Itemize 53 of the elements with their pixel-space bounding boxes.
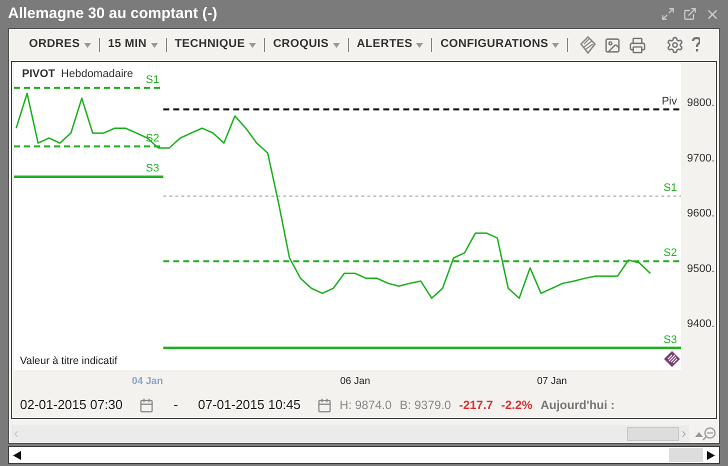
caret-icon [150, 42, 158, 48]
price-tick-label: 9700. [687, 152, 714, 164]
date-tick-label: 07 Jan [536, 376, 567, 387]
change-value: -217.7 [459, 397, 494, 414]
today-label: Aujourd'hui : [540, 397, 615, 414]
price-tick-label: 9500. [687, 262, 714, 275]
caret-icon [249, 42, 256, 48]
toolbar-menu[interactable]: ORDRES [21, 36, 99, 54]
pivot-label: Piv [662, 95, 677, 108]
scroll-left-icon[interactable] [13, 450, 21, 460]
help-icon[interactable] [692, 37, 700, 53]
date-separator: - [174, 396, 178, 414]
scroll-thumb[interactable] [627, 427, 679, 441]
toolbar-menu[interactable]: CROQUIS [265, 36, 348, 54]
change-percent: -2.2% [501, 397, 532, 414]
price-tick-label: 9800. [687, 97, 714, 110]
toolbar-menu[interactable]: 15 MIN [100, 36, 166, 54]
chart-scrollbar[interactable] [11, 425, 689, 443]
layers-icon[interactable] [580, 36, 596, 54]
caret-icon [416, 42, 424, 48]
page-scrollbar[interactable] [8, 446, 720, 464]
toolbar-menu[interactable]: CONFIGURATIONS [432, 36, 568, 54]
toolbar-menu[interactable]: TECHNIQUE [166, 36, 264, 54]
scroll-thumb[interactable] [669, 448, 703, 462]
price-tick-label: 9400. [687, 318, 714, 330]
date-tick-label: 06 Jan [340, 376, 370, 387]
high-value: H: 9874.0 [340, 397, 392, 414]
scroll-right-icon[interactable] [707, 450, 715, 460]
pivot-label: S2 [664, 247, 677, 260]
toolbar-menu[interactable]: ALERTES [348, 36, 432, 54]
caret-icon [84, 42, 91, 48]
disclaimer-text: Valeur à titre indicatif [20, 355, 118, 367]
caret-icon [332, 42, 340, 48]
indicator-legend: PIVOT Hebdomadaire [22, 68, 134, 80]
window-title: Allemagne 30 au comptant (-) [8, 4, 218, 24]
calendar-icon[interactable] [138, 398, 154, 412]
popout-icon[interactable] [683, 7, 697, 21]
print-icon[interactable] [629, 36, 646, 54]
pivot-label: S1 [146, 74, 160, 86]
end-date: 07-01-2015 10:45 [198, 396, 301, 414]
low-value: B: 9379.0 [400, 397, 452, 414]
pivot-label: S3 [664, 334, 677, 346]
date-tick-label: 04 Jan [132, 376, 163, 387]
start-date: 02-01-2015 07:30 [20, 396, 123, 414]
settings-icon[interactable] [666, 36, 684, 54]
image-icon[interactable] [604, 36, 622, 54]
price-tick-label: 9600. [687, 208, 714, 220]
caret-icon [552, 42, 560, 48]
expand-icon[interactable] [661, 7, 675, 21]
zoom-icon[interactable] [693, 427, 717, 441]
pivot-label: S3 [146, 162, 160, 175]
pivot-label: S1 [664, 182, 677, 194]
calendar-icon[interactable] [316, 398, 332, 412]
